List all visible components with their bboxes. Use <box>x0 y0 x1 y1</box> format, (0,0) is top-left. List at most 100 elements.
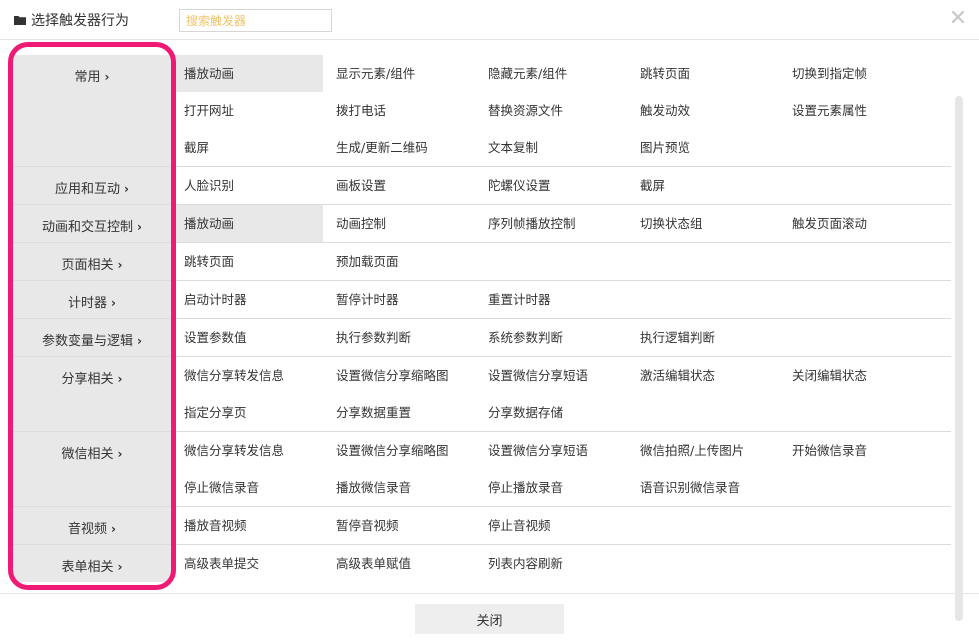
trigger-action-item[interactable]: 切换到指定帧 <box>779 55 931 92</box>
category-label-text: 常用 <box>74 70 101 85</box>
trigger-action-item[interactable]: 高级表单提交 <box>171 545 323 582</box>
trigger-action-item[interactable]: 启动计时器 <box>171 281 323 318</box>
trigger-action-item[interactable]: 系统参数判断 <box>475 319 627 356</box>
dialog-title-text: 选择触发器行为 <box>31 13 129 29</box>
trigger-action-item[interactable]: 播放动画 <box>171 205 323 242</box>
trigger-action-item[interactable]: 显示元素/组件 <box>323 55 475 92</box>
trigger-action-item[interactable]: 播放音视频 <box>171 507 323 544</box>
trigger-action-item[interactable]: 关闭编辑状态 <box>779 357 931 394</box>
category-row: 微信相关 › 微信分享转发信息 设置微信分享缩略图 设置微信分享短语 微信拍照/上传图片开… <box>13 432 951 507</box>
trigger-action-item[interactable]: 分享数据重置 <box>323 394 475 431</box>
close-x-icon[interactable] <box>951 10 965 24</box>
category-table: 常用 › 播放动画 显示元素/组件 隐藏元素/组件 跳转页面 切换到指定帧 打开网址 拨打电话替… <box>13 55 951 582</box>
trigger-action-item[interactable]: 停止微信录音 <box>171 469 323 506</box>
category-label[interactable]: 分享相关 › <box>13 357 171 431</box>
chevron-right-icon: › <box>117 258 123 272</box>
scrollbar-thumb[interactable] <box>955 96 963 621</box>
dialog-footer: 关闭 <box>0 593 979 642</box>
trigger-action-item[interactable]: 停止音视频 <box>475 507 627 544</box>
trigger-action-item[interactable]: 语音识别微信录音 <box>627 469 779 506</box>
category-label-text: 表单相关 <box>61 560 114 575</box>
close-button[interactable]: 关闭 <box>415 604 564 634</box>
trigger-action-item[interactable]: 触发动效 <box>627 92 779 129</box>
trigger-action-item[interactable]: 序列帧播放控制 <box>475 205 627 242</box>
category-label[interactable]: 表单相关 › <box>13 545 171 582</box>
trigger-action-item[interactable]: 截屏 <box>171 129 323 166</box>
trigger-action-item[interactable]: 设置参数值 <box>171 319 323 356</box>
trigger-action-item[interactable]: 图片预览 <box>627 129 779 166</box>
trigger-action-item[interactable]: 微信分享转发信息 <box>171 357 323 394</box>
category-items: 人脸识别 画板设置 陀螺仪设置 截屏 <box>171 167 951 204</box>
chevron-right-icon: › <box>117 372 123 386</box>
trigger-action-item[interactable]: 设置微信分享短语 <box>475 432 627 469</box>
trigger-action-item[interactable]: 切换状态组 <box>627 205 779 242</box>
trigger-action-item[interactable]: 生成/更新二维码 <box>323 129 475 166</box>
trigger-action-item[interactable]: 拨打电话 <box>323 92 475 129</box>
trigger-action-item[interactable]: 指定分享页 <box>171 394 323 431</box>
category-items: 播放动画 显示元素/组件 隐藏元素/组件 跳转页面 切换到指定帧打开网址 拨打电话 替换资源… <box>171 55 951 166</box>
category-items: 高级表单提交 高级表单赋值 列表内容刷新 <box>171 545 951 582</box>
category-label[interactable]: 参数变量与逻辑 › <box>13 319 171 356</box>
category-label-text: 应用和互动 <box>55 182 121 197</box>
search-input[interactable] <box>179 9 332 32</box>
trigger-action-item[interactable]: 暂停音视频 <box>323 507 475 544</box>
trigger-action-item[interactable]: 播放动画 <box>171 55 323 92</box>
category-label[interactable]: 动画和交互控制 › <box>13 205 171 242</box>
category-row: 参数变量与逻辑 › 设置参数值 执行参数判断 系统参数判断 执行逻辑判断 <box>13 319 951 357</box>
trigger-action-item[interactable]: 重置计时器 <box>475 281 627 318</box>
trigger-action-item[interactable]: 动画控制 <box>323 205 475 242</box>
trigger-action-item[interactable]: 人脸识别 <box>171 167 323 204</box>
trigger-action-item[interactable]: 陀螺仪设置 <box>475 167 627 204</box>
trigger-action-item[interactable]: 画板设置 <box>323 167 475 204</box>
category-label[interactable]: 微信相关 › <box>13 432 171 506</box>
trigger-action-item[interactable]: 设置元素属性 <box>779 92 931 129</box>
category-row: 页面相关 › 跳转页面 预加载页面 <box>13 243 951 281</box>
category-label-text: 参数变量与逻辑 <box>42 334 134 349</box>
chevron-right-icon: › <box>137 220 142 234</box>
category-label-text: 动画和交互控制 <box>42 220 134 235</box>
category-row: 应用和互动 › 人脸识别 画板设置 陀螺仪设置 截屏 <box>13 167 951 205</box>
trigger-action-item[interactable]: 跳转页面 <box>171 243 323 280</box>
category-row: 动画和交互控制 › 播放动画 动画控制 序列帧播放控制 切换状态组 触发页面滚动 <box>13 205 951 243</box>
trigger-action-item[interactable]: 打开网址 <box>171 92 323 129</box>
category-label[interactable]: 常用 › <box>13 55 171 166</box>
trigger-action-item[interactable]: 预加载页面 <box>323 243 475 280</box>
trigger-action-item[interactable]: 播放微信录音 <box>323 469 475 506</box>
trigger-action-item[interactable]: 跳转页面 <box>627 55 779 92</box>
trigger-action-item[interactable]: 列表内容刷新 <box>475 545 627 582</box>
category-items: 微信分享转发信息 设置微信分享缩略图 设置微信分享短语 微信拍照/上传图片 开始微信录音… <box>171 432 951 506</box>
trigger-action-item[interactable]: 暂停计时器 <box>323 281 475 318</box>
category-label[interactable]: 应用和互动 › <box>13 167 171 204</box>
chevron-right-icon: › <box>111 522 116 536</box>
category-label[interactable]: 计时器 › <box>13 281 171 318</box>
trigger-action-item[interactable]: 替换资源文件 <box>475 92 627 129</box>
trigger-action-item[interactable]: 文本复制 <box>475 129 627 166</box>
chevron-right-icon: › <box>111 296 116 310</box>
trigger-action-item[interactable]: 微信拍照/上传图片 <box>627 432 779 469</box>
trigger-action-item[interactable]: 执行参数判断 <box>323 319 475 356</box>
trigger-action-item[interactable]: 触发页面滚动 <box>779 205 931 242</box>
scrollbar[interactable] <box>955 96 963 621</box>
category-items: 启动计时器 暂停计时器 重置计时器 <box>171 281 951 318</box>
folder-icon <box>14 14 26 26</box>
trigger-action-item[interactable]: 设置微信分享缩略图 <box>323 357 475 394</box>
trigger-action-item[interactable]: 执行逻辑判断 <box>627 319 779 356</box>
category-items: 跳转页面 预加载页面 <box>171 243 951 280</box>
category-label-text: 页面相关 <box>61 258 114 273</box>
trigger-action-item[interactable]: 设置微信分享缩略图 <box>323 432 475 469</box>
trigger-action-item[interactable]: 激活编辑状态 <box>627 357 779 394</box>
category-label[interactable]: 音视频 › <box>13 507 171 544</box>
trigger-action-item[interactable]: 设置微信分享短语 <box>475 357 627 394</box>
trigger-action-item[interactable]: 截屏 <box>627 167 779 204</box>
trigger-action-item[interactable]: 停止播放录音 <box>475 469 627 506</box>
trigger-action-item[interactable]: 分享数据存储 <box>475 394 627 431</box>
trigger-action-item[interactable]: 开始微信录音 <box>779 432 931 469</box>
category-row: 计时器 › 启动计时器 暂停计时器 重置计时器 <box>13 281 951 319</box>
category-items: 设置参数值 执行参数判断 系统参数判断 执行逻辑判断 <box>171 319 951 356</box>
trigger-action-item[interactable]: 高级表单赋值 <box>323 545 475 582</box>
trigger-action-item[interactable]: 微信分享转发信息 <box>171 432 323 469</box>
category-label[interactable]: 页面相关 › <box>13 243 171 280</box>
category-label-text: 计时器 <box>68 296 108 311</box>
chevron-right-icon: › <box>104 70 110 84</box>
trigger-action-item[interactable]: 隐藏元素/组件 <box>475 55 627 92</box>
